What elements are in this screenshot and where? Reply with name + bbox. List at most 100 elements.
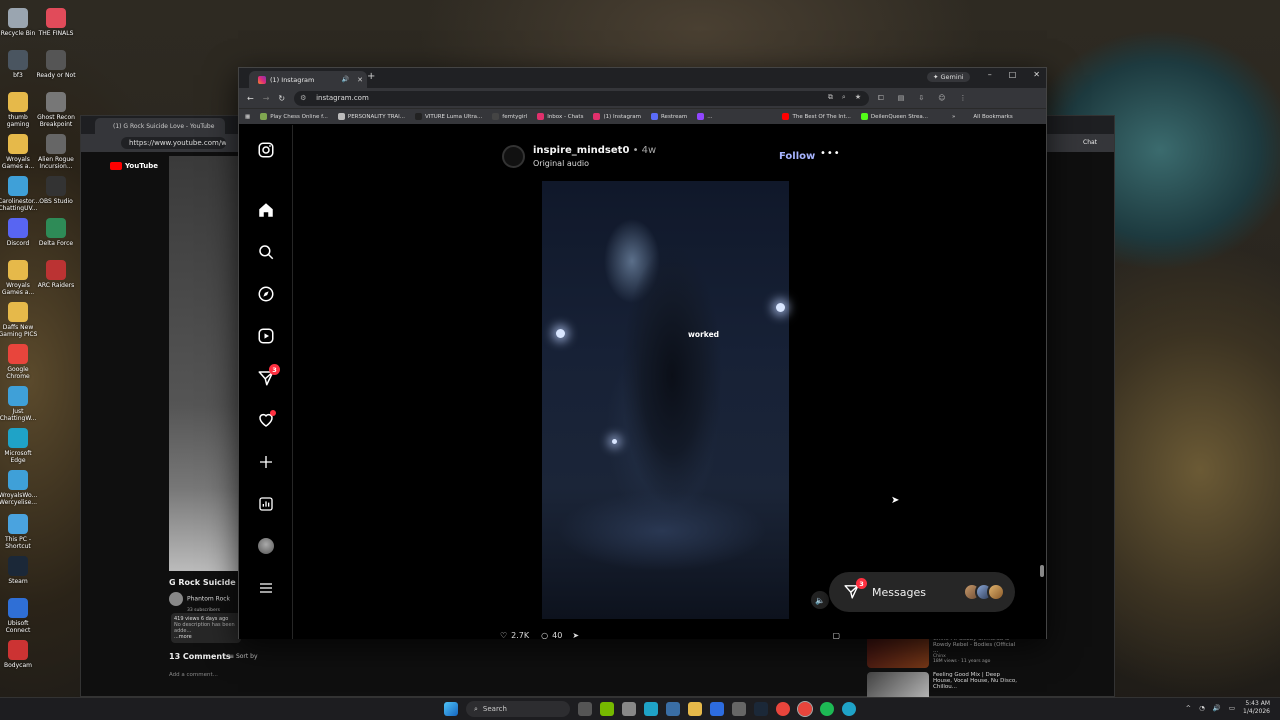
- explore-icon[interactable]: [256, 284, 276, 304]
- youtube-description[interactable]: 419 views 6 days ago No description has …: [171, 613, 241, 643]
- start-icon[interactable]: [444, 702, 458, 716]
- add-comment-input[interactable]: Add a comment...: [169, 672, 218, 678]
- desktop-icon[interactable]: Ghost Recon Breakpoint: [36, 92, 76, 128]
- bookmarks-overflow-icon[interactable]: »: [952, 114, 955, 120]
- post-username[interactable]: inspire_mindset0: [533, 145, 629, 156]
- app-icon[interactable]: [622, 702, 636, 716]
- desktop-icon[interactable]: Microsoft Edge: [0, 428, 38, 464]
- desktop-icon[interactable]: Ubisoft Connect: [0, 598, 38, 634]
- mute-icon[interactable]: 🔈: [811, 591, 829, 609]
- comment-icon[interactable]: ○: [541, 631, 548, 640]
- close-window-icon[interactable]: ✕: [1033, 70, 1040, 79]
- notifications-heart-icon[interactable]: [256, 410, 276, 430]
- address-bar[interactable]: ⚙ instagram.com ⧉ ⌕ ★: [294, 90, 870, 106]
- like-icon[interactable]: ♡: [500, 631, 507, 640]
- save-icon[interactable]: ▢: [832, 631, 840, 640]
- chrome-icon[interactable]: [776, 702, 790, 716]
- chat-button[interactable]: Chat: [1077, 137, 1104, 148]
- desktop-icon[interactable]: Alien Rogue Incursion...: [36, 134, 76, 170]
- file-explorer-icon[interactable]: [688, 702, 702, 716]
- settings-icon[interactable]: [732, 702, 746, 716]
- forward-icon[interactable]: →: [263, 94, 270, 103]
- edge-icon[interactable]: [644, 702, 658, 716]
- post-author-avatar[interactable]: [502, 145, 525, 168]
- desktop-icon[interactable]: bf3: [0, 50, 38, 79]
- bookmark-item[interactable]: VITURE Luma Ultra...: [414, 113, 482, 120]
- youtube-channel[interactable]: Phantom Rock 33 subscribers: [169, 592, 230, 613]
- youtube-video-thumbnail[interactable]: [169, 156, 239, 571]
- tray-chevron-icon[interactable]: ^: [1186, 704, 1191, 712]
- youtube-tab[interactable]: (1) G Rock Suicide Love - YouTube: [95, 118, 225, 134]
- comment-count[interactable]: 40: [552, 631, 562, 640]
- bookmark-item[interactable]: The Best Of The Int...: [782, 113, 851, 120]
- zoom-icon[interactable]: ⌕: [842, 93, 846, 102]
- tab-instagram[interactable]: (1) Instagram 🔊 ✕: [249, 71, 367, 88]
- profile-avatar-icon[interactable]: [256, 536, 276, 556]
- speaker-icon[interactable]: 🔊: [342, 76, 349, 83]
- bookmark-item[interactable]: Restream: [650, 113, 687, 120]
- profile-icon[interactable]: ☺: [938, 94, 945, 103]
- install-icon[interactable]: ⧉: [828, 93, 833, 102]
- volume-icon[interactable]: 🔊: [1213, 704, 1221, 712]
- instagram-logo-icon[interactable]: [256, 140, 276, 160]
- home-icon[interactable]: [256, 200, 276, 220]
- desktop-icon[interactable]: This PC - Shortcut: [0, 514, 38, 550]
- menu-icon[interactable]: ⋮: [960, 94, 967, 103]
- sidebar-video[interactable]: Chinx Ft. Bobby Shmurda & Rowdy Rebel - …: [867, 636, 1017, 668]
- spotify-icon[interactable]: [820, 702, 834, 716]
- app-icon[interactable]: [710, 702, 724, 716]
- bookmark-item[interactable]: PERSONALITY TRAI...: [337, 113, 405, 120]
- share-icon[interactable]: ➤: [572, 631, 579, 640]
- desktop-icon[interactable]: Wroyals Games a...: [0, 134, 38, 170]
- reload-icon[interactable]: ↻: [278, 94, 285, 103]
- sidepanel-icon[interactable]: ▤: [898, 94, 905, 103]
- nvidia-icon[interactable]: [600, 702, 614, 716]
- bookmark-item[interactable]: Play Chess Online f...: [260, 113, 328, 120]
- new-tab-button[interactable]: +: [367, 71, 375, 82]
- bookmark-item[interactable]: femtygirl: [492, 113, 527, 120]
- back-icon[interactable]: ←: [247, 94, 254, 103]
- youtube-logo[interactable]: YouTube: [110, 162, 158, 170]
- desktop-icon[interactable]: OBS Studio: [36, 176, 76, 205]
- browser-window[interactable]: (1) Instagram 🔊 ✕ + ✦ Gemini – □ ✕ ← → ↻…: [238, 67, 1047, 639]
- clock[interactable]: 5:43 AM 1/4/2026: [1243, 700, 1270, 716]
- battery-icon[interactable]: ▭: [1229, 704, 1235, 712]
- desktop-icon[interactable]: Daffs New Gaming PICS: [0, 302, 38, 338]
- create-icon[interactable]: [256, 452, 276, 472]
- wifi-icon[interactable]: ◔: [1199, 704, 1205, 712]
- desktop-icon[interactable]: Wroyals Games a...: [0, 260, 38, 296]
- post-author[interactable]: inspire_mindset0 • 4w: [533, 145, 656, 156]
- desktop-icon[interactable]: Recycle Bin: [0, 8, 38, 37]
- bookmark-item[interactable]: ...: [697, 113, 712, 120]
- scrollbar-thumb[interactable]: [1040, 565, 1044, 577]
- desktop-icon[interactable]: Carolinestor... ChattingUV...: [0, 176, 40, 212]
- like-count[interactable]: 2.7K: [511, 631, 529, 640]
- desktop-icon[interactable]: Delta Force: [36, 218, 76, 247]
- desktop-icon[interactable]: thumb gaming: [0, 92, 38, 128]
- more-link[interactable]: ...more: [174, 634, 238, 640]
- gemini-button[interactable]: ✦ Gemini: [927, 72, 970, 82]
- apps-icon[interactable]: ▦: [245, 114, 250, 120]
- messages-button[interactable]: 3 Messages: [829, 572, 1015, 612]
- desktop-icon[interactable]: ARC Raiders: [36, 260, 76, 289]
- more-menu-icon[interactable]: [256, 578, 276, 598]
- desktop-icon[interactable]: THE FINALS: [36, 8, 76, 37]
- desktop-icon[interactable]: Just ChattingW...: [0, 386, 38, 422]
- reels-icon[interactable]: [256, 326, 276, 346]
- follow-button[interactable]: Follow: [779, 151, 815, 162]
- desktop-icon[interactable]: Discord: [0, 218, 38, 247]
- downloads-icon[interactable]: ⇩: [918, 94, 924, 103]
- post-options-icon[interactable]: •••: [820, 148, 841, 159]
- desktop-icon[interactable]: Bodycam: [0, 640, 38, 669]
- desktop-icon[interactable]: WroyalsWo... Wercyelise...: [0, 470, 38, 506]
- post-audio[interactable]: Original audio: [533, 159, 589, 168]
- close-tab-icon[interactable]: ✕: [357, 76, 363, 84]
- extensions-icon[interactable]: ⧠: [878, 94, 884, 103]
- search-icon[interactable]: [256, 242, 276, 262]
- direct-messages-icon[interactable]: 3: [256, 364, 280, 388]
- app-icon[interactable]: [666, 702, 680, 716]
- insights-icon[interactable]: [256, 494, 276, 514]
- desktop-icon[interactable]: Google Chrome: [0, 344, 38, 380]
- edge-icon[interactable]: [842, 702, 856, 716]
- reel-video[interactable]: worked: [490, 181, 841, 619]
